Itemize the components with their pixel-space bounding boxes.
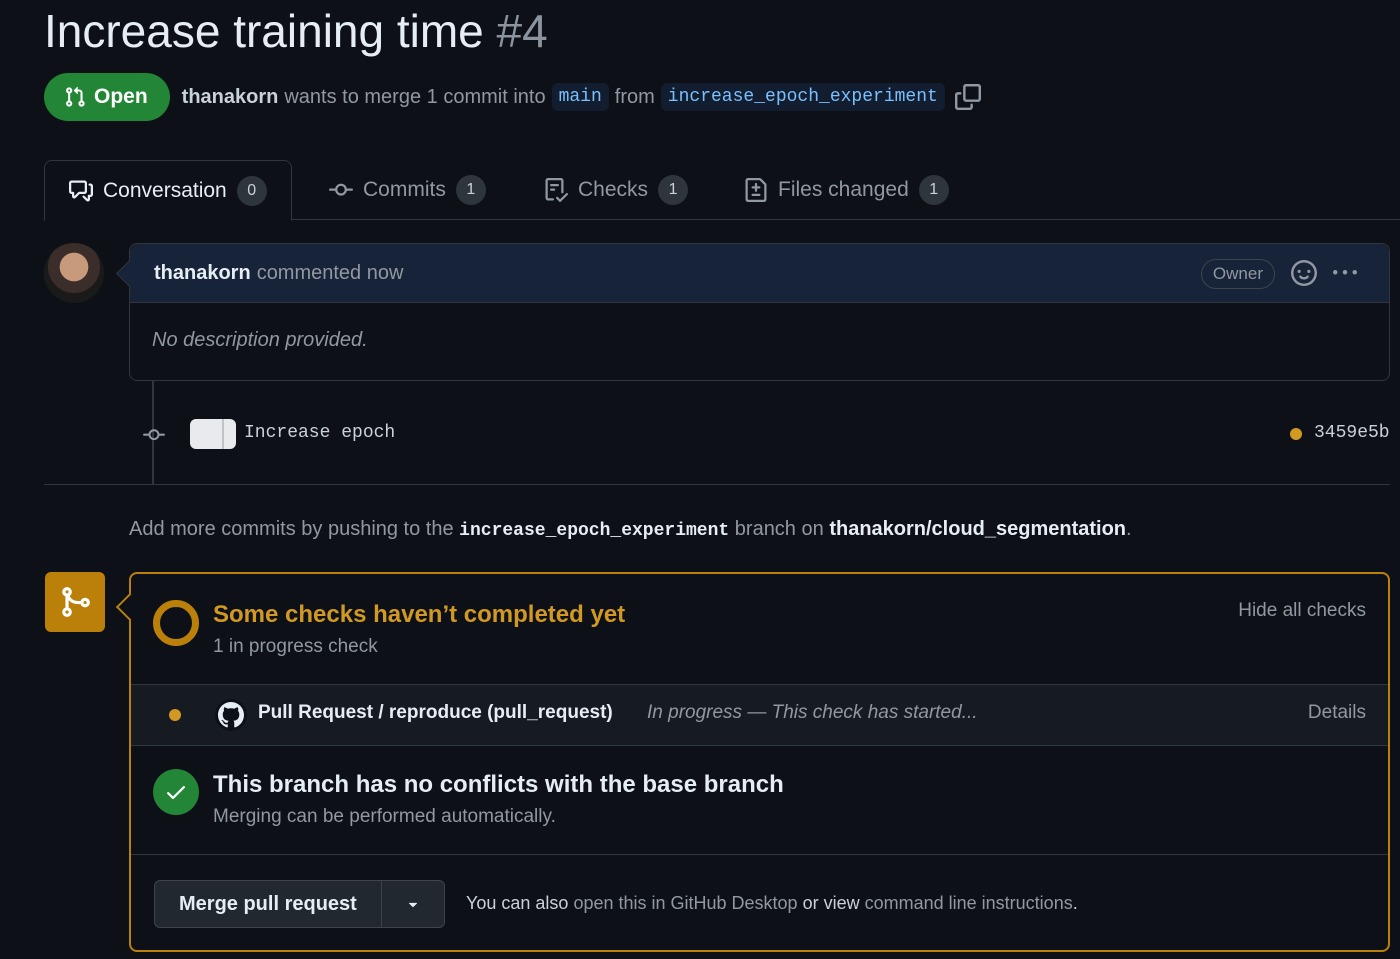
comment-card: thanakorn commented now Owner No descrip… bbox=[129, 243, 1390, 381]
checks-summary: Some checks haven’t completed yet 1 in p… bbox=[131, 574, 1388, 685]
git-merge-icon bbox=[62, 587, 90, 617]
comment-time[interactable]: commented now bbox=[257, 262, 404, 285]
command-line-instructions-link[interactable]: command line instructions bbox=[865, 893, 1073, 913]
merge-note-2: or view bbox=[802, 893, 860, 913]
tab-checks[interactable]: Checks 1 bbox=[544, 160, 689, 220]
timeline-divider bbox=[44, 484, 1390, 485]
base-branch[interactable]: main bbox=[551, 83, 609, 111]
commit-status-pending-icon[interactable] bbox=[1290, 428, 1302, 440]
tab-label: Conversation bbox=[103, 178, 227, 202]
checks-subtitle: 1 in progress check bbox=[213, 636, 378, 657]
open-in-desktop-link[interactable]: open this in GitHub Desktop bbox=[573, 893, 797, 913]
git-commit-icon bbox=[143, 429, 165, 441]
push-hint: Add more commits by pushing to the incre… bbox=[129, 518, 1132, 541]
commit-author-avatar[interactable] bbox=[190, 419, 236, 449]
check-row: Pull Request / reproduce (pull_request) … bbox=[131, 685, 1388, 746]
comment-author[interactable]: thanakorn bbox=[154, 262, 251, 285]
avatar[interactable] bbox=[44, 243, 104, 303]
state-label: Open bbox=[94, 85, 148, 108]
push-hint-suffix: . bbox=[1126, 518, 1132, 540]
merge-summary: thanakorn wants to merge 1 commit into m… bbox=[182, 83, 981, 111]
pr-tabs: Conversation 0 Commits 1 Checks 1 Files … bbox=[44, 160, 1400, 221]
kebab-horizontal-icon[interactable] bbox=[1331, 261, 1359, 285]
state-badge: Open bbox=[44, 73, 170, 121]
github-mark-icon bbox=[215, 699, 247, 731]
checks-title: Some checks haven’t completed yet bbox=[213, 601, 626, 628]
comment-discussion-icon bbox=[69, 180, 93, 201]
author-link[interactable]: thanakorn bbox=[182, 86, 279, 109]
commit-message[interactable]: Increase epoch bbox=[244, 423, 395, 443]
merge-text-2: from bbox=[614, 85, 655, 108]
merge-note-3: . bbox=[1072, 893, 1078, 913]
copy-icon[interactable] bbox=[954, 84, 981, 110]
push-hint-middle: branch on bbox=[734, 518, 824, 540]
merge-note: You can also open this in GitHub Desktop… bbox=[466, 893, 1078, 914]
triangle-down-icon bbox=[408, 902, 417, 908]
merge-status-icon-box bbox=[45, 572, 105, 632]
tab-counter: 0 bbox=[236, 175, 267, 206]
check-pending-dot-icon bbox=[169, 709, 181, 721]
merge-pull-request-button[interactable]: Merge pull request bbox=[155, 881, 382, 927]
smiley-icon[interactable] bbox=[1291, 260, 1317, 286]
commit-sha[interactable]: 3459e5b bbox=[1314, 423, 1390, 443]
conflict-subtitle: Merging can be performed automatically. bbox=[213, 806, 556, 827]
check-details-link[interactable]: Details bbox=[1308, 702, 1366, 724]
pr-meta: Open thanakorn wants to merge 1 commit i… bbox=[44, 73, 981, 121]
git-pull-request-icon bbox=[66, 86, 85, 107]
hide-all-checks-button[interactable]: Hide all checks bbox=[1238, 600, 1366, 622]
merge-text-1: wants to merge 1 commit into bbox=[284, 85, 546, 108]
pending-status-icon bbox=[153, 600, 199, 646]
tab-label: Commits bbox=[363, 178, 446, 201]
push-hint-branch: increase_epoch_experiment bbox=[459, 521, 730, 541]
tab-counter: 1 bbox=[918, 175, 949, 205]
merge-options-dropdown[interactable] bbox=[382, 881, 444, 927]
file-diff-icon bbox=[745, 178, 767, 202]
tab-commits[interactable]: Commits 1 bbox=[329, 160, 486, 220]
tab-label: Checks bbox=[578, 178, 649, 201]
conflict-status: This branch has no conflicts with the ba… bbox=[131, 746, 1388, 855]
tab-counter: 1 bbox=[658, 175, 689, 205]
push-hint-repo: thanakorn/cloud_segmentation bbox=[829, 518, 1127, 540]
tab-counter: 1 bbox=[455, 175, 486, 205]
merge-box: Some checks haven’t completed yet 1 in p… bbox=[129, 572, 1390, 952]
check-circle-icon bbox=[153, 769, 199, 815]
pr-title-text: Increase training time bbox=[44, 5, 484, 57]
checklist-icon bbox=[545, 178, 568, 202]
tab-label: Files changed bbox=[778, 178, 909, 201]
push-hint-prefix: Add more commits by pushing to the bbox=[129, 518, 454, 540]
pr-title: Increase training time #4 bbox=[44, 4, 548, 58]
git-commit-icon bbox=[329, 183, 353, 196]
merge-actions: Merge pull request You can also open thi… bbox=[131, 855, 1388, 951]
head-branch[interactable]: increase_epoch_experiment bbox=[660, 83, 945, 111]
owner-badge: Owner bbox=[1200, 259, 1275, 289]
merge-button-group: Merge pull request bbox=[154, 880, 445, 928]
comment-body: No description provided. bbox=[152, 329, 368, 351]
conflict-title: This branch has no conflicts with the ba… bbox=[213, 771, 784, 798]
check-name: Pull Request / reproduce (pull_request) bbox=[258, 702, 613, 723]
tab-conversation[interactable]: Conversation 0 bbox=[44, 160, 292, 221]
check-status: In progress — This check has started... bbox=[647, 702, 978, 723]
pr-number: #4 bbox=[496, 5, 548, 57]
tab-files-changed[interactable]: Files changed 1 bbox=[744, 160, 949, 220]
merge-note-1: You can also bbox=[466, 893, 569, 913]
comment-header: thanakorn commented now Owner bbox=[130, 244, 1389, 303]
